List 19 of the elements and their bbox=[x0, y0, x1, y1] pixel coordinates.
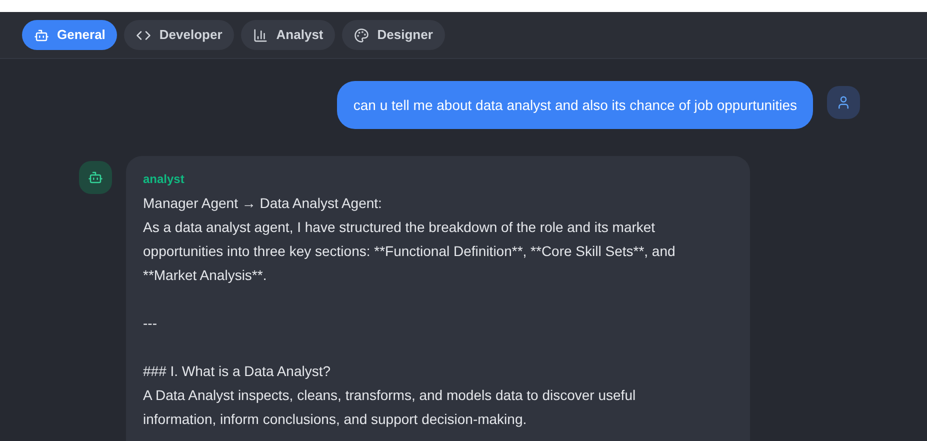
message-line: **Market Analysis**. bbox=[143, 266, 267, 285]
sender-name: analyst bbox=[143, 171, 186, 188]
message-line: As a data analyst agent, I have structured the breakdown of the role and its market bbox=[143, 218, 656, 237]
message-line: --- bbox=[143, 314, 157, 333]
tab[interactable]: Designer bbox=[342, 20, 445, 50]
tab[interactable]: General bbox=[22, 20, 118, 50]
user-message-bubble: can u tell me about data analyst and also its chance of job oppurtunities bbox=[337, 81, 813, 129]
message-line: information, inform conclusions, and support decision-making. bbox=[143, 410, 527, 429]
message-line: opportunities into three key sections: **Functional Definition**, **Core Skill Sets**, and bbox=[143, 242, 676, 261]
message-line: A Data Analyst inspects, cleans, transforms, and models data to discover useful bbox=[143, 386, 636, 405]
message-line: Manager Agent → Data Analyst Agent: bbox=[143, 194, 382, 213]
robot-icon bbox=[34, 28, 49, 42]
message-line: ### I. What is a Data Analyst? bbox=[143, 362, 331, 381]
tab[interactable]: Developer bbox=[124, 20, 234, 50]
tab[interactable]: Analyst bbox=[241, 20, 336, 50]
robot-icon bbox=[88, 170, 103, 185]
user-icon bbox=[836, 95, 851, 110]
palette-icon bbox=[354, 28, 370, 42]
bar-chart-icon bbox=[253, 28, 268, 42]
